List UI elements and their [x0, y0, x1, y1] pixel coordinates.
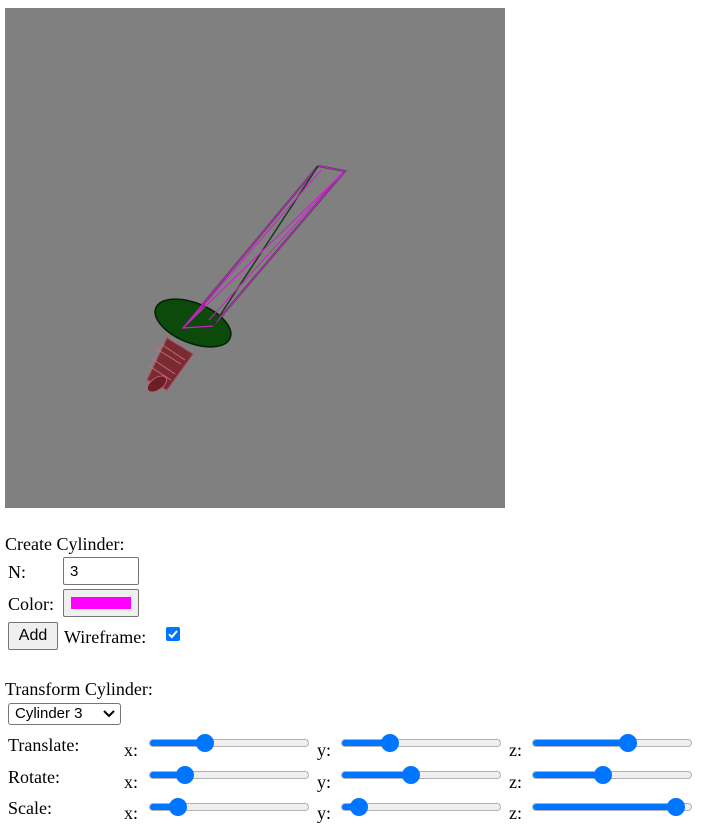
cylinder-select[interactable]: Cylinder 3	[8, 703, 121, 725]
cylinder-select-value: Cylinder 3	[15, 705, 83, 722]
sword-guard	[154, 298, 232, 348]
translate-x-label: x:	[124, 740, 139, 760]
sword-handle	[146, 337, 194, 393]
color-label: Color:	[8, 594, 55, 614]
create-cylinder-heading: Create Cylinder:	[5, 534, 125, 554]
rotate-x-label: x:	[124, 772, 139, 792]
scale-label: Scale:	[8, 798, 52, 818]
webgl-canvas[interactable]	[5, 8, 505, 508]
slider-thumb[interactable]	[402, 766, 421, 784]
rotate-y-slider[interactable]	[341, 765, 501, 785]
n-label: N:	[8, 562, 26, 582]
slider-thumb[interactable]	[175, 766, 194, 784]
scale-z-label: z:	[509, 803, 522, 823]
scale-x-slider[interactable]	[149, 797, 309, 817]
slider-thumb[interactable]	[380, 734, 399, 752]
translate-y-label: y:	[317, 740, 332, 760]
slider-thumb[interactable]	[666, 798, 685, 816]
rotate-z-label: z:	[509, 772, 522, 792]
scale-y-slider[interactable]	[341, 797, 501, 817]
translate-label: Translate:	[8, 735, 80, 755]
wireframe-checkbox[interactable]	[166, 627, 180, 641]
slider-thumb[interactable]	[594, 766, 613, 784]
transform-cylinder-heading: Transform Cylinder:	[5, 679, 153, 699]
chevron-down-icon	[103, 710, 115, 718]
scale-z-slider[interactable]	[532, 797, 692, 817]
rotate-x-slider[interactable]	[149, 765, 309, 785]
color-swatch	[71, 597, 131, 609]
add-button[interactable]: Add	[8, 622, 58, 650]
checkmark-icon	[168, 630, 178, 639]
rotate-y-label: y:	[317, 772, 332, 792]
slider-thumb[interactable]	[168, 798, 187, 816]
scale-y-label: y:	[317, 803, 332, 823]
slider-thumb[interactable]	[618, 734, 637, 752]
rotate-z-slider[interactable]	[532, 765, 692, 785]
scale-x-label: x:	[124, 803, 139, 823]
wireframe-label: Wireframe:	[64, 627, 147, 647]
color-picker[interactable]	[63, 589, 139, 617]
slider-thumb[interactable]	[195, 734, 214, 752]
translate-y-slider[interactable]	[341, 733, 501, 753]
translate-z-label: z:	[509, 740, 522, 760]
translate-z-slider[interactable]	[532, 733, 692, 753]
rotate-label: Rotate:	[8, 767, 60, 787]
sword-blade-wireframe	[180, 165, 347, 330]
n-input[interactable]	[63, 557, 139, 585]
scene-render	[146, 165, 347, 393]
slider-thumb[interactable]	[349, 798, 368, 816]
translate-x-slider[interactable]	[149, 733, 309, 753]
